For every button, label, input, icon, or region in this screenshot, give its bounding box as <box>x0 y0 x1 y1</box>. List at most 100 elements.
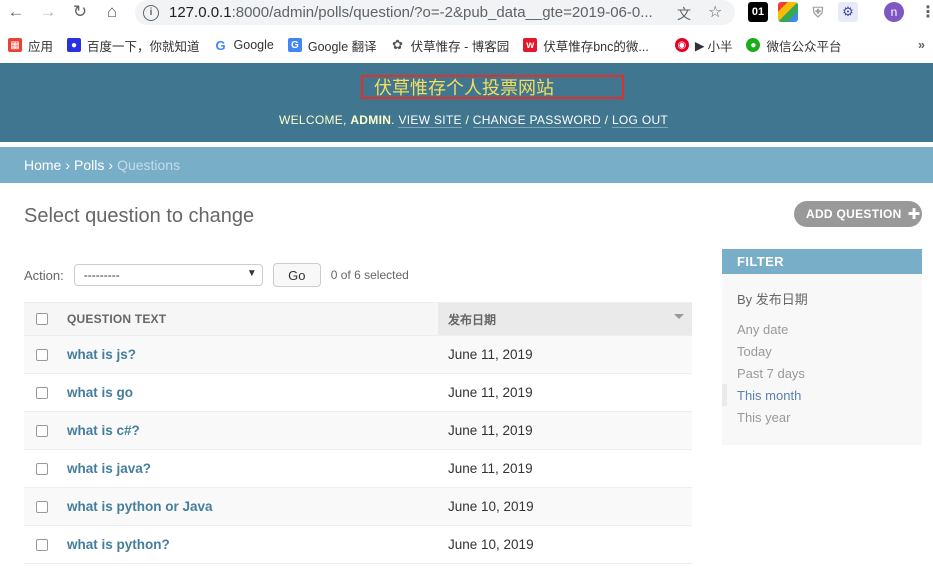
row-checkbox[interactable] <box>36 348 48 361</box>
filter-option-any-date[interactable]: Any date <box>722 318 922 340</box>
translate-page-icon[interactable]: 文 <box>677 4 691 24</box>
question-link[interactable]: what is go <box>67 385 133 400</box>
filter-option-this-year[interactable]: This year <box>722 406 922 428</box>
breadcrumb-separator: › <box>108 157 114 173</box>
action-selected-value: --------- <box>83 268 120 282</box>
question-link[interactable]: what is python or Java <box>67 499 213 514</box>
table-row: what is python or Java June 10, 2019 <box>24 488 692 526</box>
username: ADMIN <box>350 113 392 127</box>
add-question-label: ADD QUESTION <box>806 207 902 221</box>
bookmark-wechat[interactable]: ● 微信公众平台 <box>746 36 841 55</box>
pub-date-cell: June 10, 2019 <box>448 537 534 552</box>
table-row: what is js? June 11, 2019 <box>24 336 692 374</box>
filter-subtitle: By 发布日期 <box>737 292 808 307</box>
chevron-down-icon: ▼ <box>246 268 257 279</box>
browser-toolbar: ← → ↻ ⌂ i 127.0.0.1:8000/admin/polls/que… <box>0 0 933 27</box>
table-body: what is js? June 11, 2019 what is go Jun… <box>24 336 692 564</box>
table-row: what is c#? June 11, 2019 <box>24 412 692 450</box>
table-row: what is go June 11, 2019 <box>24 374 692 412</box>
bookmark-baidu[interactable]: ● 百度一下，你就知道 <box>67 36 200 55</box>
change-password-link[interactable]: CHANGE PASSWORD <box>472 113 602 128</box>
question-link[interactable]: what is js? <box>67 347 136 362</box>
ext-tool-icon[interactable]: ⚙ <box>838 2 858 22</box>
table-header: QUESTION TEXT 发布日期 <box>24 302 692 336</box>
pub-date-cell: June 11, 2019 <box>448 385 533 400</box>
reload-icon[interactable]: ↻ <box>66 0 94 24</box>
filter-option-past-7-days[interactable]: Past 7 days <box>722 362 922 384</box>
select-all-checkbox[interactable] <box>36 313 48 325</box>
filter-panel: FILTER By 发布日期 Any date Today Past 7 day… <box>722 249 922 445</box>
breadcrumb-current: Questions <box>117 157 181 173</box>
table-row: what is python? June 10, 2019 <box>24 526 692 564</box>
sort-desc-icon[interactable] <box>674 314 684 319</box>
pub-date-cell: June 11, 2019 <box>448 423 533 438</box>
log-out-link[interactable]: LOG OUT <box>611 113 669 128</box>
page-title: Select question to change <box>24 205 255 227</box>
question-link[interactable]: what is c#? <box>67 423 140 438</box>
bookmark-google[interactable]: G Google <box>213 37 274 53</box>
plus-icon: ✚ <box>907 206 921 223</box>
filter-option-today[interactable]: Today <box>722 340 922 362</box>
translate-icon: G <box>287 38 302 52</box>
breadcrumb-home[interactable]: Home <box>24 157 61 173</box>
weibo-icon: w <box>523 38 538 52</box>
ext-color-icon[interactable] <box>778 2 798 22</box>
row-checkbox[interactable] <box>36 386 48 399</box>
bookmark-weibo[interactable]: w 伏草惟存bnc的微... <box>523 36 649 55</box>
breadcrumb: Home › Polls › Questions <box>0 147 933 183</box>
info-icon[interactable]: i <box>143 4 159 21</box>
play-icon: ▶ <box>694 38 705 53</box>
view-site-link[interactable]: VIEW SITE <box>398 113 462 128</box>
wechat-icon: ● <box>746 38 761 52</box>
breadcrumb-polls[interactable]: Polls <box>74 157 104 173</box>
cnblogs-icon: ✿ <box>390 37 405 52</box>
breadcrumb-separator: › <box>65 157 71 173</box>
bookmark-apps[interactable]: ▦ 应用 <box>8 36 53 55</box>
pub-date-cell: June 11, 2019 <box>448 347 533 362</box>
site-title[interactable]: 伏草惟存个人投票网站 <box>361 75 624 99</box>
ext-01-icon[interactable]: 01 <box>748 2 768 22</box>
address-bar[interactable]: i 127.0.0.1:8000/admin/polls/question/?o… <box>135 0 735 25</box>
column-question-text[interactable]: QUESTION TEXT <box>60 312 438 326</box>
row-checkbox[interactable] <box>36 462 48 475</box>
menu-dots-icon[interactable]: ⋮ <box>920 2 933 22</box>
actions-bar: Action: --------- ▼ Go 0 of 6 selected <box>24 262 409 288</box>
go-button[interactable]: Go <box>272 263 321 287</box>
baidu-icon: ● <box>67 38 82 52</box>
row-checkbox[interactable] <box>36 538 48 551</box>
column-pub-date-label: 发布日期 <box>448 312 497 327</box>
home-icon[interactable]: ⌂ <box>98 0 126 24</box>
add-question-button[interactable]: ADD QUESTION ✚ <box>794 201 922 227</box>
back-icon[interactable]: ← <box>2 0 30 24</box>
more-bookmarks-icon[interactable]: » <box>918 38 925 52</box>
question-link[interactable]: what is python? <box>67 537 170 552</box>
question-link[interactable]: what is java? <box>67 461 151 476</box>
profile-avatar[interactable]: n <box>884 2 904 22</box>
welcome-text: WELCOME, <box>278 113 347 127</box>
action-select[interactable]: --------- ▼ <box>73 264 263 286</box>
bookmark-netease[interactable]: ◉ ▶ 小半 <box>674 36 732 55</box>
google-icon: G <box>213 37 228 53</box>
action-label: Action: <box>24 267 64 283</box>
filter-title: FILTER <box>722 249 922 274</box>
column-pub-date[interactable]: 发布日期 <box>438 303 692 335</box>
netease-icon: ◉ <box>674 38 689 52</box>
table-row: what is java? June 11, 2019 <box>24 450 692 488</box>
row-checkbox[interactable] <box>36 500 48 513</box>
bookmarks-bar: ▦ 应用 ● 百度一下，你就知道 G Google G Google 翻译 ✿ 伏草惟存 … <box>0 31 933 59</box>
filter-option-this-month[interactable]: This month <box>722 384 922 406</box>
shield-icon[interactable]: ⛨ <box>808 2 828 22</box>
row-checkbox[interactable] <box>36 424 48 437</box>
bookmark-cnblogs[interactable]: ✿ 伏草惟存 - 博客园 <box>390 36 509 55</box>
pub-date-cell: June 11, 2019 <box>448 461 533 476</box>
bookmark-star-icon[interactable]: ☆ <box>708 2 722 22</box>
bookmark-translate[interactable]: G Google 翻译 <box>287 36 377 55</box>
admin-header: 伏草惟存个人投票网站 WELCOME, ADMIN. VIEW SITE / C… <box>0 63 933 142</box>
extension-icons: 01 ⛨ ⚙ n ⋮ <box>748 2 933 22</box>
user-tools: WELCOME, ADMIN. VIEW SITE / CHANGE PASSW… <box>278 113 669 128</box>
apps-icon: ▦ <box>8 38 22 52</box>
url-text[interactable]: 127.0.0.1:8000/admin/polls/question/?o=-… <box>169 4 679 21</box>
pub-date-cell: June 10, 2019 <box>448 499 534 514</box>
forward-icon[interactable]: → <box>34 0 62 24</box>
filter-options: Any date Today Past 7 days This month Th… <box>722 318 922 428</box>
